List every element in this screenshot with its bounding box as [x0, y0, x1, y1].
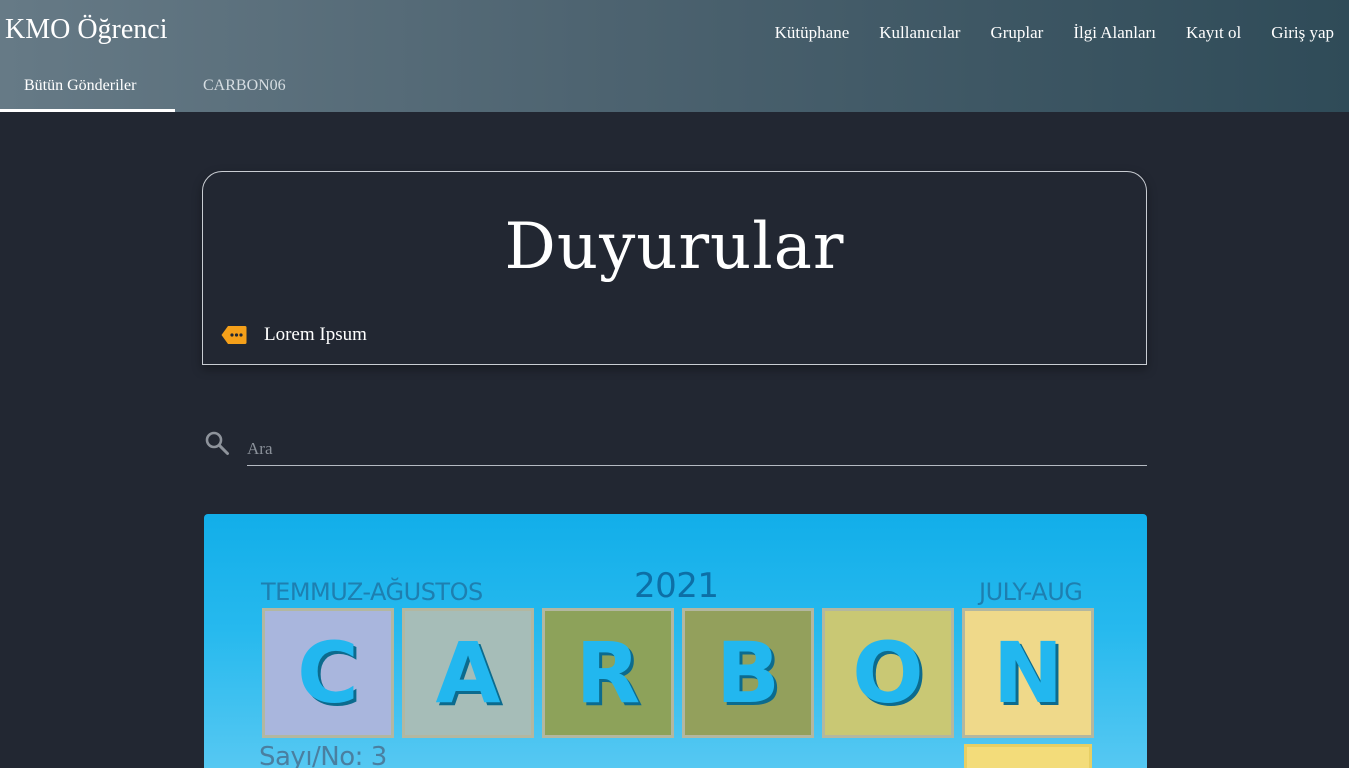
search-input[interactable] — [247, 426, 1147, 466]
tag-icon — [221, 325, 247, 345]
nav-link-register[interactable]: Kayıt ol — [1156, 21, 1241, 45]
cover-issue: Sayı/No: 3 — [259, 742, 387, 768]
nav-link-login[interactable]: Giriş yap — [1241, 21, 1334, 45]
top-header: KMO Öğrenci Kütüphane Kullanıcılar Grupl… — [0, 0, 1349, 112]
carbon-cover-image[interactable]: TEMMUZ-AĞUSTOS 2021 JULY-AUG C A R B O N… — [204, 514, 1147, 768]
search-icon[interactable] — [204, 430, 230, 456]
cover-tile: N — [962, 608, 1094, 738]
tag-item[interactable]: Lorem Ipsum — [221, 324, 367, 346]
tab-carbon06[interactable]: CARBON06 — [175, 70, 310, 112]
cover-tile: C — [262, 608, 394, 738]
cover-title-tiles: C A R B O N — [262, 608, 1094, 738]
tag-label: Lorem Ipsum — [264, 324, 367, 345]
top-navigation: Kütüphane Kullanıcılar Gruplar İlgi Alan… — [745, 21, 1334, 45]
cover-small-tile — [964, 744, 1092, 768]
cover-tile: A — [402, 608, 534, 738]
post-tabs: Bütün Gönderiler CARBON06 — [0, 70, 310, 112]
tab-all-posts[interactable]: Bütün Gönderiler — [0, 70, 175, 112]
cover-tile: O — [822, 608, 954, 738]
cover-months-en: JULY-AUG — [979, 578, 1083, 606]
brand-title[interactable]: KMO Öğrenci — [5, 14, 168, 46]
nav-link-library[interactable]: Kütüphane — [745, 21, 850, 45]
nav-link-interests[interactable]: İlgi Alanları — [1043, 21, 1156, 45]
cover-year: 2021 — [634, 566, 719, 606]
card-title: Duyurular — [504, 210, 845, 284]
announcements-card: Duyurular Lorem Ipsum — [202, 171, 1147, 365]
cover-tile: R — [542, 608, 674, 738]
cover-months-tr: TEMMUZ-AĞUSTOS — [261, 578, 483, 606]
cover-tile: B — [682, 608, 814, 738]
nav-link-users[interactable]: Kullanıcılar — [849, 21, 960, 45]
nav-link-groups[interactable]: Gruplar — [960, 21, 1043, 45]
